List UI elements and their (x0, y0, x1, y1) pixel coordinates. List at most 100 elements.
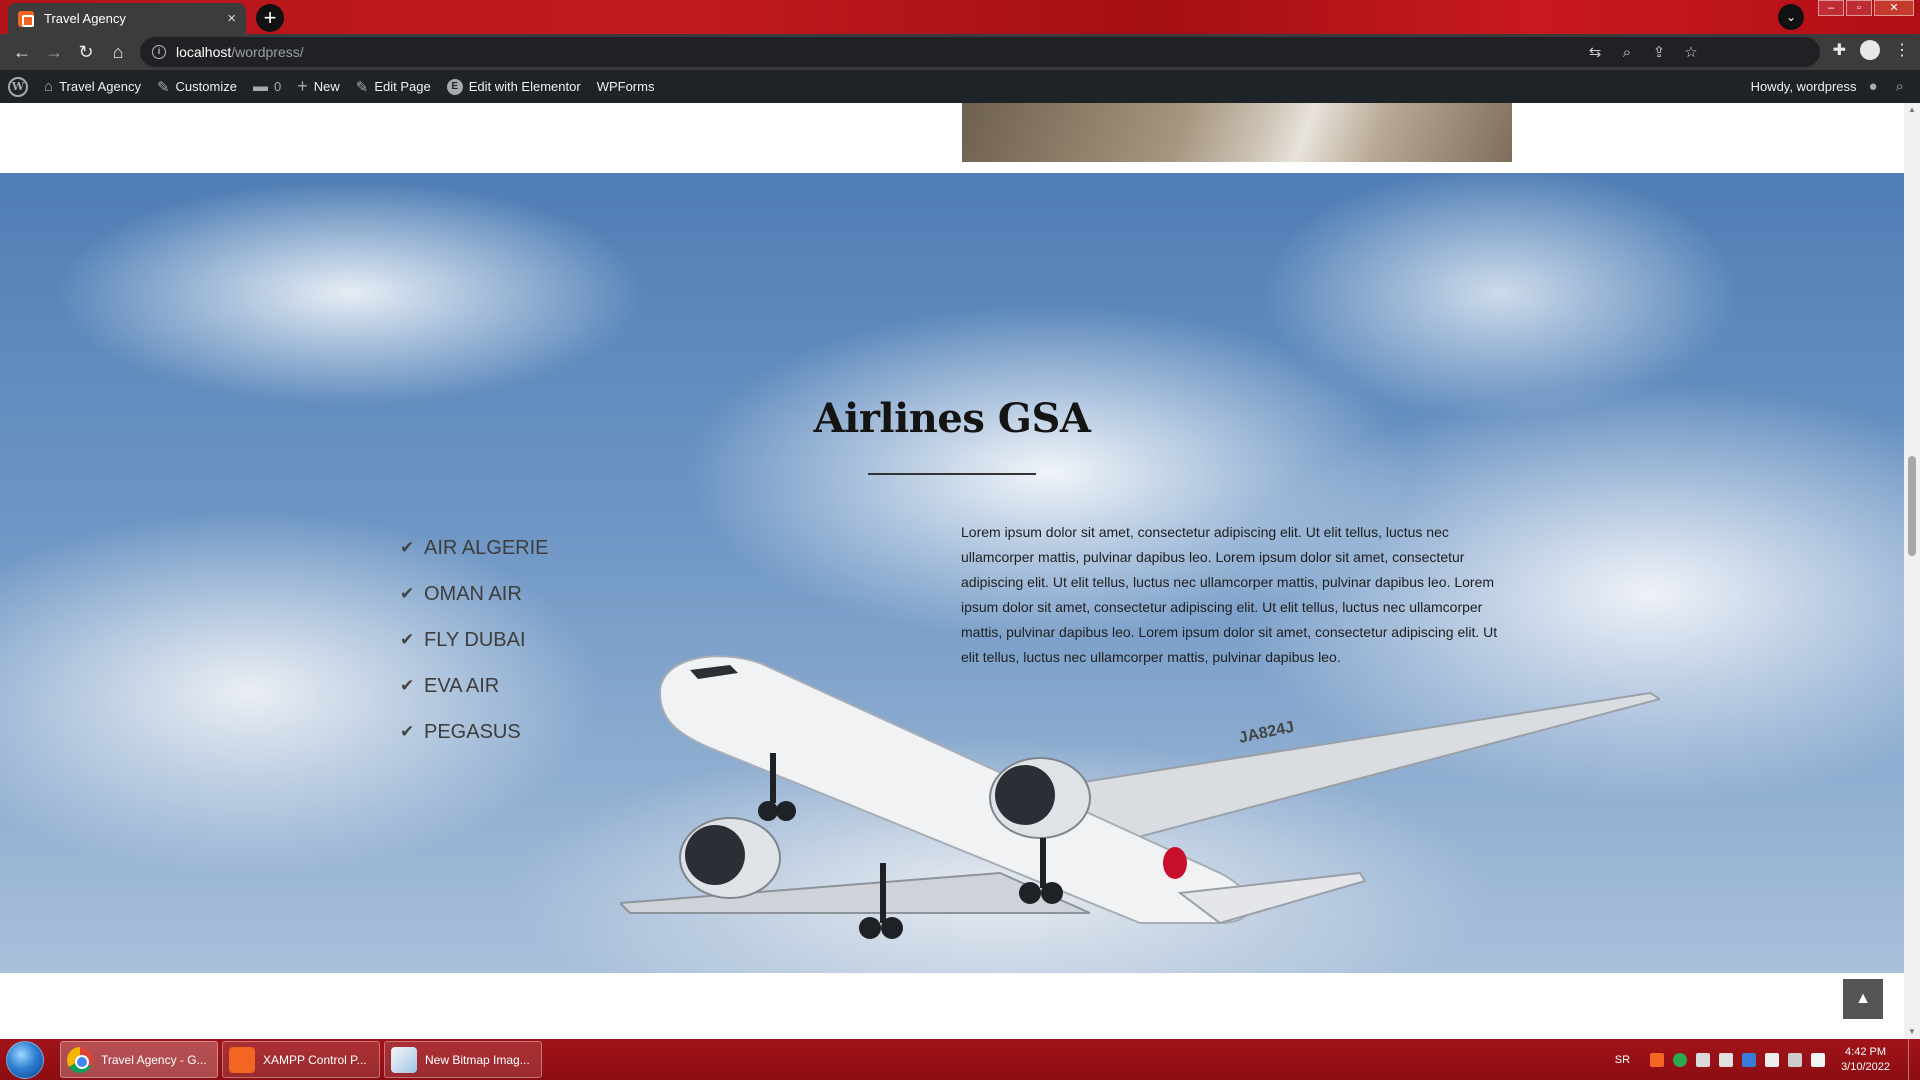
start-button[interactable] (6, 1041, 44, 1079)
clock[interactable]: 4:42 PM 3/10/2022 (1841, 1045, 1890, 1075)
edit-elementor-label: Edit with Elementor (468, 79, 581, 94)
language-indicator[interactable]: SR (1615, 1054, 1630, 1066)
airline-name: EVA AIR (424, 674, 500, 697)
page-scrollbar[interactable]: ▲ ▼ (1904, 103, 1920, 1039)
airline-list-item: ✔ FLY DUBAI (400, 617, 549, 663)
browser-tab-travel-agency[interactable]: Travel Agency × (8, 3, 246, 34)
check-icon: ✔ (400, 722, 415, 741)
new-label: New (313, 79, 340, 94)
volume-icon[interactable] (1811, 1052, 1826, 1067)
comment-bubble-icon: ▬ (252, 78, 268, 95)
tab-close-icon[interactable]: × (227, 10, 236, 27)
airline-list: ✔ AIR ALGERIE ✔ OMAN AIR ✔ FLY DUBAI ✔ E… (400, 525, 549, 755)
windows-taskbar: Travel Agency - G... XAMPP Control P... … (0, 1039, 1920, 1080)
window-controls: – ▫ ✕ (1818, 0, 1914, 16)
plus-icon: + (297, 76, 308, 96)
howdy-account-menu[interactable]: Howdy, wordpress (1751, 79, 1857, 94)
airline-list-item: ✔ OMAN AIR (400, 571, 549, 617)
section-title: Airlines GSA (813, 395, 1091, 442)
reload-icon[interactable]: ↻ (70, 42, 102, 63)
back-arrow-icon[interactable]: ← (6, 42, 38, 63)
customize-label: Customize (175, 79, 237, 94)
browser-toolbar: ← → ↻ ⌂ i localhost/wordpress/ ⇆ ⌕ ⇪ ☆ ✚… (0, 34, 1920, 70)
site-name-label: Travel Agency (59, 79, 141, 94)
check-icon: ✔ (400, 584, 415, 603)
action-center-flag-icon[interactable] (1765, 1052, 1780, 1067)
forward-arrow-icon[interactable]: → (38, 42, 70, 63)
taskbar-item-label: XAMPP Control P... (263, 1052, 367, 1067)
extensions-puzzle-icon[interactable]: ✚ (1833, 40, 1846, 60)
taskbar-item-label: Travel Agency - G... (101, 1052, 207, 1067)
translate-icon[interactable]: ⇆ (1586, 43, 1604, 61)
xampp-tray-icon[interactable] (1650, 1052, 1665, 1067)
brush-icon: ✎ (156, 78, 170, 96)
check-icon: ✔ (400, 630, 415, 649)
customize-link[interactable]: ✎ Customize (149, 70, 245, 103)
edit-with-elementor-link[interactable]: E Edit with Elementor (439, 70, 589, 103)
url-host: localhost (176, 44, 232, 60)
xampp-icon (229, 1046, 255, 1073)
beach-sand-image (962, 103, 1512, 162)
airline-list-item: ✔ EVA AIR (400, 663, 549, 709)
tab-title: Travel Agency (44, 11, 126, 26)
scroll-down-arrow-icon[interactable]: ▼ (1908, 1028, 1916, 1036)
network-tray-icon[interactable] (1696, 1052, 1711, 1067)
maximize-button[interactable]: ▫ (1846, 0, 1872, 16)
airline-name: OMAN AIR (424, 582, 522, 605)
wpforms-menu[interactable]: WPForms (589, 70, 663, 103)
usb-tray-icon[interactable] (1719, 1052, 1734, 1067)
edit-page-link[interactable]: ✎ Edit Page (348, 70, 439, 103)
close-window-button[interactable]: ✕ (1874, 0, 1914, 16)
admin-search-icon[interactable]: ⌕ (1896, 78, 1904, 95)
airlines-gsa-section: Airlines GSA JA824J ✔ AIR ALGERIE ✔ OMAN… (0, 173, 1904, 973)
tray-icons (1650, 1052, 1826, 1067)
title-divider (868, 473, 1036, 475)
plane-registration: JA824J (1237, 719, 1295, 747)
display-tray-icon[interactable] (1788, 1052, 1803, 1067)
comments-link[interactable]: ▬ 0 (245, 70, 289, 103)
minimize-button[interactable]: – (1818, 0, 1844, 16)
page-viewport: Airlines GSA JA824J ✔ AIR ALGERIE ✔ OMAN… (0, 103, 1904, 1039)
user-avatar-icon[interactable]: ● (1869, 78, 1878, 95)
wpforms-label: WPForms (596, 79, 655, 94)
taskbar-item-label: New Bitmap Imag... (425, 1052, 530, 1067)
toolbar-right: ✚ ⋮ (1833, 40, 1910, 60)
new-content-menu[interactable]: + New (289, 70, 348, 103)
taskbar-item-xampp[interactable]: XAMPP Control P... (222, 1041, 380, 1078)
taskbar-item-paint[interactable]: New Bitmap Imag... (384, 1041, 542, 1078)
admin-bar-right: Howdy, wordpress ● ⌕ (1751, 70, 1910, 103)
system-tray: SR 4:42 PM 3/10/2022 (1615, 1039, 1920, 1080)
show-desktop-button[interactable] (1908, 1039, 1920, 1080)
scrollbar-thumb[interactable] (1908, 456, 1916, 556)
bookmark-star-icon[interactable]: ☆ (1682, 43, 1700, 61)
new-tab-button[interactable]: + (256, 4, 284, 32)
tab-search-button[interactable]: ⌄ (1778, 4, 1804, 30)
taskbar-item-chrome[interactable]: Travel Agency - G... (60, 1041, 218, 1078)
airline-name: AIR ALGERIE (424, 536, 549, 559)
wp-admin-bar: W ⌂ Travel Agency ✎ Customize ▬ 0 + New … (0, 70, 1920, 103)
site-name-menu[interactable]: ⌂ Travel Agency (36, 70, 149, 103)
check-icon: ✔ (400, 538, 415, 557)
pencil-icon: ✎ (355, 78, 369, 96)
browser-tab-bar: Travel Agency × + ⌄ – ▫ ✕ (0, 0, 1920, 34)
share-icon[interactable]: ⇪ (1650, 43, 1668, 61)
airline-name: PEGASUS (424, 720, 521, 743)
address-bar[interactable]: i localhost/wordpress/ ⇆ ⌕ ⇪ ☆ (140, 37, 1820, 67)
home-icon[interactable]: ⌂ (102, 42, 134, 63)
section-description: Lorem ipsum dolor sit amet, consectetur … (961, 524, 1498, 665)
security-tray-icon[interactable] (1673, 1052, 1688, 1067)
wp-logo-menu[interactable]: W (0, 70, 36, 103)
scroll-up-arrow-icon[interactable]: ▲ (1908, 106, 1916, 114)
chrome-icon (67, 1046, 93, 1073)
profile-avatar-icon[interactable] (1860, 40, 1880, 60)
airline-list-item: ✔ AIR ALGERIE (400, 525, 549, 571)
app-tray-icon[interactable] (1742, 1052, 1757, 1067)
elementor-icon: E (446, 78, 463, 95)
omnibox-actions: ⇆ ⌕ ⇪ ☆ (1586, 37, 1700, 67)
zoom-icon[interactable]: ⌕ (1618, 44, 1636, 61)
scroll-to-top-button[interactable]: ▲ (1843, 979, 1883, 1019)
check-icon: ✔ (400, 676, 415, 695)
site-info-icon[interactable]: i (152, 45, 166, 59)
clock-date: 3/10/2022 (1841, 1060, 1890, 1073)
browser-menu-icon[interactable]: ⋮ (1894, 40, 1910, 60)
